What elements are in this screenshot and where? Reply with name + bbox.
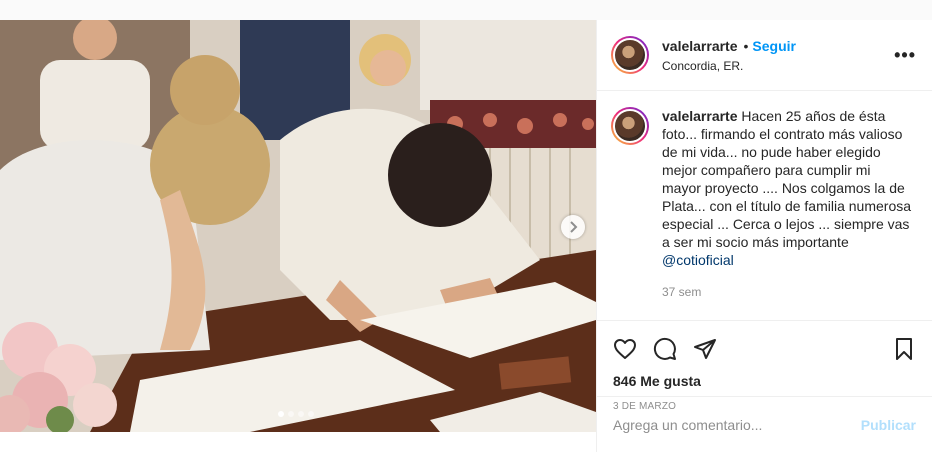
author-username[interactable]: valelarrarte <box>662 38 738 54</box>
carousel-dot <box>298 411 304 417</box>
post-side-panel: valelarrarte • Seguir Concordia, ER. •••… <box>596 20 932 452</box>
carousel-dot <box>278 411 284 417</box>
post-location[interactable]: Concordia, ER. <box>662 59 894 73</box>
heart-icon[interactable] <box>613 337 637 361</box>
caption-time: 37 sem <box>662 285 702 299</box>
bookmark-icon[interactable] <box>892 337 916 361</box>
caption-avatar[interactable] <box>611 107 649 145</box>
caption-username[interactable]: valelarrarte <box>662 108 738 124</box>
caption-text: Hacen 25 años de ésta foto... firmando e… <box>662 108 912 250</box>
avatar[interactable] <box>611 36 649 74</box>
carousel-dot <box>288 411 294 417</box>
post-header: valelarrarte • Seguir Concordia, ER. ••• <box>597 20 932 91</box>
carousel-indicator <box>278 411 314 417</box>
post-actions <box>597 321 932 367</box>
publish-button[interactable]: Publicar <box>861 417 916 433</box>
caption-mention[interactable]: @cotioficial <box>662 252 734 268</box>
send-icon[interactable] <box>693 337 717 361</box>
follow-button[interactable]: Seguir <box>752 38 796 54</box>
photo-illustration <box>0 20 596 432</box>
comment-input[interactable] <box>613 416 861 433</box>
comment-form: Publicar <box>597 396 932 452</box>
instagram-post: valelarrarte • Seguir Concordia, ER. •••… <box>0 20 932 452</box>
carousel-dot <box>308 411 314 417</box>
comment-icon[interactable] <box>653 337 677 361</box>
chevron-right-icon <box>570 221 578 233</box>
author-info: valelarrarte • Seguir Concordia, ER. <box>662 38 894 73</box>
more-options-icon[interactable]: ••• <box>894 45 916 66</box>
post-photo[interactable] <box>0 20 596 432</box>
likes-count[interactable]: 846 Me gusta <box>597 367 932 389</box>
separator-dot: • <box>743 37 749 54</box>
carousel-next-button[interactable] <box>561 215 585 239</box>
post-caption: valelarrarte Hacen 25 años de ésta foto.… <box>597 91 932 321</box>
